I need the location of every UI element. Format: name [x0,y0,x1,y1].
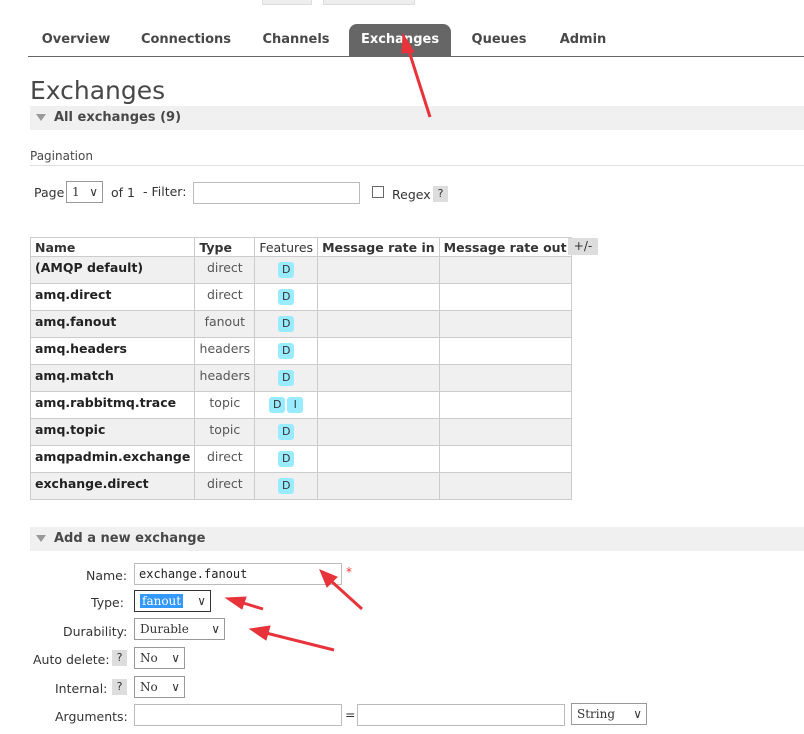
arrow-to-exchanges-tab [401,32,432,118]
arrow-to-name-input [319,569,364,611]
arrow-to-type-select [224,596,264,611]
annotation-arrows [224,32,432,652]
arrow-to-durability-select [248,625,335,652]
